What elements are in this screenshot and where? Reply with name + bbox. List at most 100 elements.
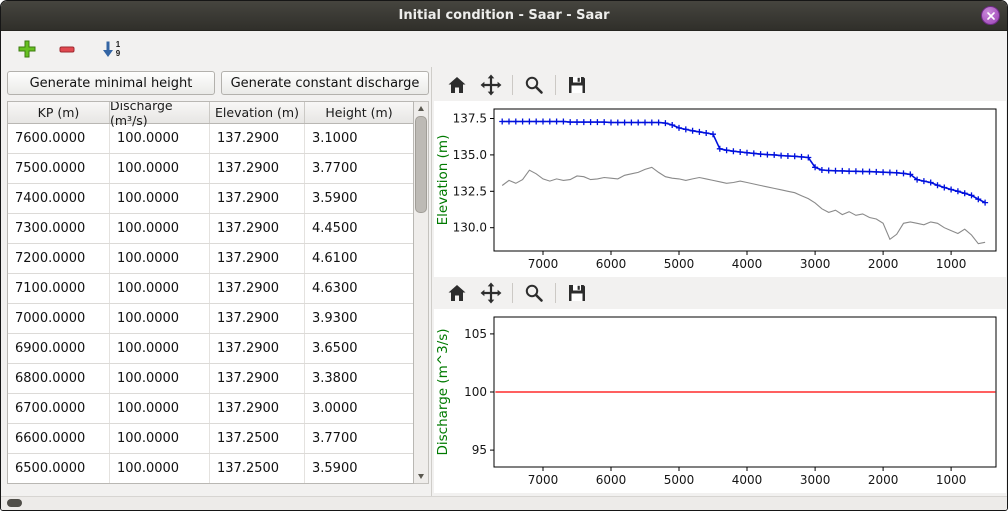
column-header-elevation[interactable]: Elevation (m) [210,102,305,123]
left-panel: Generate minimal height Generate constan… [1,67,431,496]
table-cell[interactable]: 3.5900 [305,184,413,213]
table-cell[interactable]: 100.0000 [110,214,210,243]
table-cell[interactable]: 3.7700 [305,424,413,453]
table-cell[interactable]: 100.0000 [110,454,210,483]
generate-minimal-height-button[interactable]: Generate minimal height [7,71,215,95]
table-cell[interactable]: 137.2900 [210,214,305,243]
table-cell[interactable]: 7000.0000 [8,304,110,333]
table-cell[interactable]: 3.6500 [305,334,413,363]
table-row[interactable]: 7600.0000100.0000137.29003.1000 [8,124,413,154]
table-cell[interactable]: 137.2900 [210,244,305,273]
table-cell[interactable]: 6600.0000 [8,424,110,453]
remove-row-button[interactable] [53,35,81,63]
pan-button[interactable] [478,72,504,98]
pan-button[interactable] [478,280,504,306]
sort-digit-top: 1 [116,41,120,49]
window-titlebar[interactable]: Initial condition - Saar - Saar [1,1,1007,31]
table-cell[interactable]: 6900.0000 [8,334,110,363]
table-cell[interactable]: 100.0000 [110,304,210,333]
table-row[interactable]: 7000.0000100.0000137.29003.9300 [8,304,413,334]
save-button[interactable] [564,280,590,306]
table-cell[interactable]: 7200.0000 [8,244,110,273]
horizontal-scrollbar[interactable] [1,496,1007,510]
svg-text:137.5: 137.5 [453,112,487,126]
add-row-button[interactable] [13,35,41,63]
table-cell[interactable]: 137.2500 [210,424,305,453]
table-cell[interactable]: 3.5900 [305,454,413,483]
table-cell[interactable]: 3.0000 [305,394,413,423]
svg-text:130.0: 130.0 [453,221,487,235]
window-title: Initial condition - Saar - Saar [398,8,609,23]
table-cell[interactable]: 100.0000 [110,394,210,423]
save-icon [566,282,588,304]
column-header-discharge[interactable]: Discharge (m³/s) [110,102,210,123]
table-row[interactable]: 7300.0000100.0000137.29004.4500 [8,214,413,244]
table-cell[interactable]: 100.0000 [110,334,210,363]
vertical-scrollbar[interactable] [414,101,429,484]
hscroll-thumb[interactable] [7,499,22,507]
column-header-kp[interactable]: KP (m) [8,102,110,123]
home-button[interactable] [444,72,470,98]
table-cell[interactable]: 3.1000 [305,124,413,153]
table-cell[interactable]: 7600.0000 [8,124,110,153]
table-row[interactable]: 7100.0000100.0000137.29004.6300 [8,274,413,304]
table-row[interactable]: 6900.0000100.0000137.29003.6500 [8,334,413,364]
table-row[interactable]: 6500.0000100.0000137.25003.5900 [8,454,413,484]
table-cell[interactable]: 100.0000 [110,424,210,453]
svg-text:5000: 5000 [664,473,695,487]
table-cell[interactable]: 4.4500 [305,214,413,243]
scrollbar-thumb[interactable] [415,116,427,213]
zoom-button[interactable] [521,280,547,306]
generate-constant-discharge-button[interactable]: Generate constant discharge [221,71,429,95]
table-cell[interactable]: 4.6100 [305,244,413,273]
table-cell[interactable]: 100.0000 [110,154,210,183]
table-cell[interactable]: 4.6300 [305,274,413,303]
home-button[interactable] [444,280,470,306]
table-cell[interactable]: 137.2900 [210,274,305,303]
table-cell[interactable]: 137.2900 [210,334,305,363]
table-row[interactable]: 6800.0000100.0000137.29003.3800 [8,364,413,394]
table-cell[interactable]: 137.2900 [210,124,305,153]
table-container: KP (m) Discharge (m³/s) Elevation (m) He… [7,101,429,484]
table-cell[interactable]: 100.0000 [110,364,210,393]
toolbar-separator [555,75,556,95]
table-cell[interactable]: 100.0000 [110,184,210,213]
zoom-button[interactable] [521,72,547,98]
table-cell[interactable]: 3.3800 [305,364,413,393]
table-cell[interactable]: 100.0000 [110,124,210,153]
elevation-chart-toolbar [434,69,1007,101]
table-row[interactable]: 7400.0000100.0000137.29003.5900 [8,184,413,214]
scrollbar-track[interactable] [414,115,428,470]
svg-text:4000: 4000 [732,257,763,271]
table-row[interactable]: 6700.0000100.0000137.29003.0000 [8,394,413,424]
table-cell[interactable]: 137.2500 [210,454,305,483]
table-cell[interactable]: 137.2900 [210,364,305,393]
discharge-chart-canvas[interactable]: 700060005000400030002000100095100105Disc… [434,309,1006,493]
save-button[interactable] [564,72,590,98]
table-cell[interactable]: 6700.0000 [8,394,110,423]
sort-rows-button[interactable]: 1 9 [93,35,129,63]
column-header-height[interactable]: Height (m) [305,102,413,123]
table-cell[interactable]: 137.2900 [210,394,305,423]
table-row[interactable]: 6600.0000100.0000137.25003.7700 [8,424,413,454]
table-row[interactable]: 7500.0000100.0000137.29003.7700 [8,154,413,184]
table-cell[interactable]: 6800.0000 [8,364,110,393]
scroll-up-button[interactable] [414,102,428,115]
table-cell[interactable]: 100.0000 [110,274,210,303]
scroll-down-button[interactable] [414,470,428,483]
elevation-chart-canvas[interactable]: 7000600050004000300020001000130.0132.513… [434,101,1006,277]
table-cell[interactable]: 3.7700 [305,154,413,183]
close-button[interactable] [981,6,1000,25]
table-cell[interactable]: 6500.0000 [8,454,110,483]
table-cell[interactable]: 137.2900 [210,184,305,213]
table-cell[interactable]: 100.0000 [110,244,210,273]
table-cell[interactable]: 7500.0000 [8,154,110,183]
table-cell[interactable]: 3.9300 [305,304,413,333]
save-icon [566,74,588,96]
table-cell[interactable]: 137.2900 [210,154,305,183]
table-cell[interactable]: 7100.0000 [8,274,110,303]
table-row[interactable]: 7200.0000100.0000137.29004.6100 [8,244,413,274]
table-cell[interactable]: 7300.0000 [8,214,110,243]
table-cell[interactable]: 7400.0000 [8,184,110,213]
table-cell[interactable]: 137.2900 [210,304,305,333]
